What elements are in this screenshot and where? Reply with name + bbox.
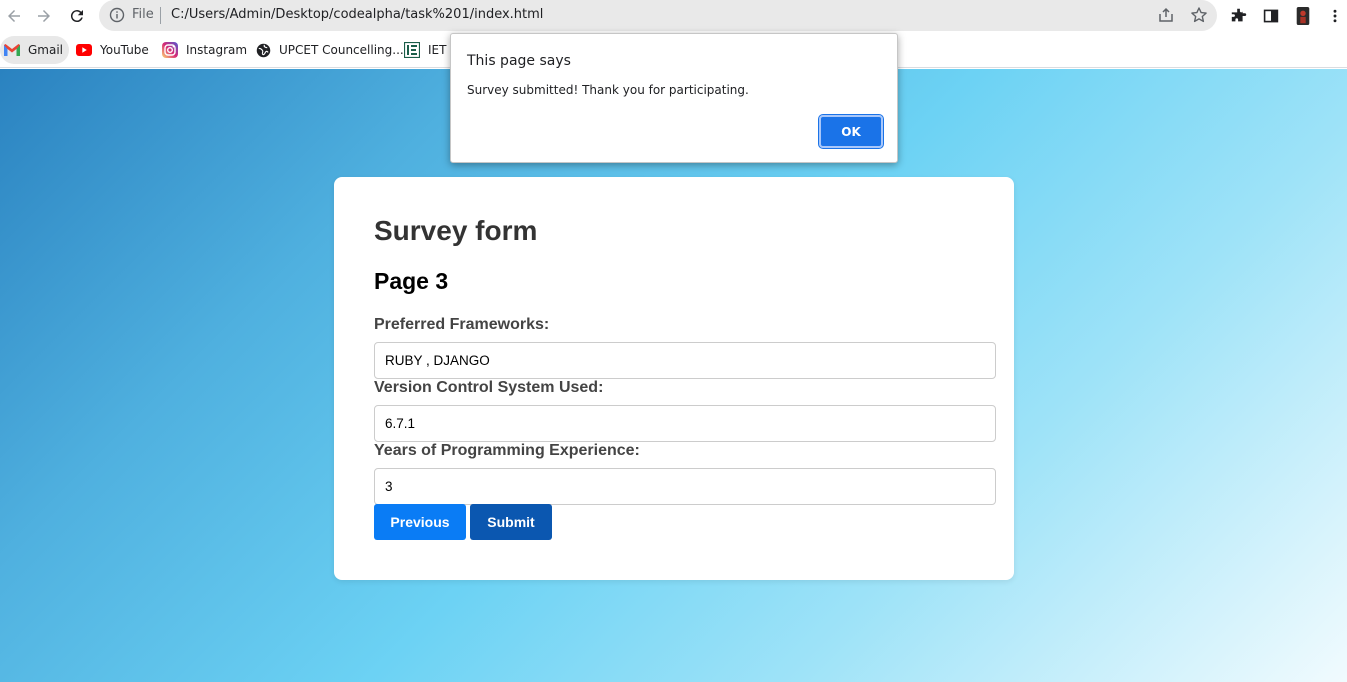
bookmark-label: UPCET Councelling... [279, 43, 404, 57]
experience-label: Years of Programming Experience: [374, 442, 640, 459]
iet-icon [404, 42, 420, 58]
ok-button[interactable]: OK [818, 114, 884, 149]
share-icon[interactable] [1157, 6, 1175, 24]
profile-avatar[interactable] [1293, 6, 1313, 26]
survey-card: Survey form Page 3 Preferred Frameworks:… [334, 177, 1014, 580]
bookmark-gmail[interactable]: Gmail [0, 36, 70, 64]
reload-icon[interactable] [65, 4, 89, 28]
url-text[interactable]: C:/Users/Admin/Desktop/codealpha/task%20… [171, 7, 543, 22]
dialog-message: Survey submitted! Thank you for particip… [467, 83, 749, 97]
kebab-menu-icon[interactable] [1325, 6, 1345, 26]
vcs-input[interactable] [374, 405, 996, 442]
star-icon[interactable] [1190, 6, 1208, 24]
bookmark-label: Instagram [186, 43, 248, 57]
info-icon[interactable] [109, 7, 125, 23]
experience-input[interactable] [374, 468, 996, 505]
frameworks-input[interactable] [374, 342, 996, 379]
back-arrow-icon[interactable] [2, 4, 26, 28]
instagram-icon [162, 42, 178, 58]
address-bar[interactable]: File C:/Users/Admin/Desktop/codealpha/ta… [99, 0, 1217, 31]
gmail-icon [4, 42, 20, 58]
bookmark-upcet[interactable]: UPCET Councelling... [255, 36, 404, 64]
form-title: Survey form [374, 215, 538, 246]
bookmark-youtube[interactable]: YouTube [76, 36, 149, 64]
extensions-icon[interactable] [1229, 6, 1249, 26]
dialog-title: This page says [467, 53, 571, 69]
page-title: Page 3 [374, 268, 449, 294]
forward-arrow-icon[interactable] [32, 4, 56, 28]
browser-toolbar: File C:/Users/Admin/Desktop/codealpha/ta… [0, 0, 1347, 32]
bookmark-iet[interactable]: IET L [404, 36, 457, 64]
side-panel-icon[interactable] [1261, 6, 1281, 26]
bookmark-instagram[interactable]: Instagram [162, 36, 247, 64]
previous-button[interactable]: Previous [374, 504, 466, 540]
scheme-label: File [132, 7, 154, 22]
frameworks-label: Preferred Frameworks: [374, 316, 550, 333]
youtube-icon [76, 42, 92, 58]
omnibox-divider [160, 7, 161, 24]
bookmark-label: Gmail [28, 43, 64, 57]
vcs-label: Version Control System Used: [374, 379, 604, 396]
submit-button[interactable]: Submit [470, 504, 552, 540]
bookmark-label: YouTube [100, 43, 149, 57]
globe-icon [255, 42, 271, 58]
alert-dialog: This page says Survey submitted! Thank y… [450, 33, 898, 163]
